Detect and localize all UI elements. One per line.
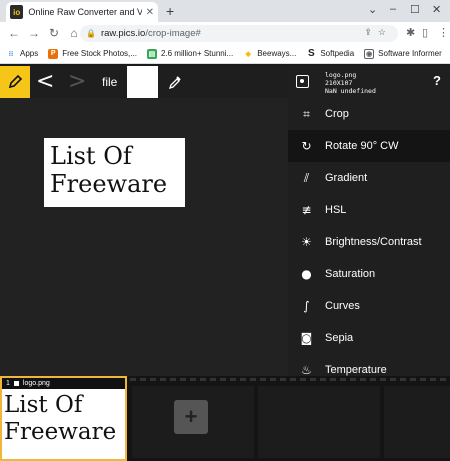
tool-label: Rotate 90° CW [325,140,399,152]
tool-crop[interactable]: ⌗ Crop [288,98,450,130]
bee-icon: ◆ [245,50,251,58]
image-file-icon [296,75,309,88]
sepia-icon: ◙ [300,331,313,345]
photo-icon: ▤ [146,48,157,59]
thumbnail-index: 1 [6,380,10,387]
tool-label: HSL [325,204,347,216]
bookmark-label: 2.6 million+ Stunni... [160,49,234,58]
tool-label: Crop [325,108,349,120]
tool-sepia[interactable]: ◙ Sepia [288,322,450,354]
empty-slot [258,386,380,458]
tool-curves[interactable]: ∫ Curves [288,290,450,322]
menu-kebab-icon[interactable]: ⋮ [438,26,449,39]
tool-label: Sepia [325,332,354,344]
url-text: raw.pics.io/crop-image# [100,28,201,39]
temperature-icon: ♨ [301,363,312,376]
tool-label: Temperature [325,364,387,376]
bookmark-softpedia[interactable]: S Softpedia [306,48,355,59]
share-star-icons[interactable]: ⇪☆ [364,27,392,38]
color-swatch[interactable] [127,66,158,98]
tool-label: Gradient [325,172,368,184]
edit-pencil-button[interactable] [0,66,30,98]
browser-tab[interactable]: io Online Raw Converter and Viewer ✕ [6,2,158,22]
address-bar[interactable]: 🔒 raw.pics.io/crop-image# ⇪☆ [80,25,398,42]
thumbnail-image: List Of Freeware [4,392,116,446]
site-favicon-icon: io [10,5,24,19]
sidebar-icon[interactable]: ▯ [422,26,428,39]
bookmark-beeways[interactable]: ◆ Beeways... [243,49,297,59]
tool-rotate-90-cw[interactable]: ↻ Rotate 90° CW [288,130,450,162]
curves-icon: ∫ [303,299,310,313]
bookmark-free-stock-photos[interactable]: P Free Stock Photos,... [48,48,137,59]
image-text-line2: Freeware [50,170,168,198]
crop-icon: ⌗ [303,106,310,121]
eyedropper-icon[interactable] [168,74,182,90]
file-meta: logo.png 210X107 NaN undefined [325,71,376,95]
minimize-icon[interactable]: – [390,3,396,15]
image-icon: P [48,48,59,59]
file-name: logo.png [325,71,357,79]
reload-icon[interactable]: ↻ [44,26,64,40]
bookmark-apps[interactable]: ⁝⁝ Apps [6,49,38,59]
bookmark-stunning-photos[interactable]: ▤ 2.6 million+ Stunni... [146,48,234,59]
bookmark-label: Softpedia [320,49,355,58]
thumbnail-header: 1 logo.png [2,378,125,389]
lock-icon: 🔒 [86,29,96,38]
empty-slot [384,386,450,458]
hsl-sliders-icon: ≢ [301,203,312,217]
forward-icon[interactable]: → [24,26,44,40]
chevron-down-icon[interactable]: ⌄ [368,3,377,16]
tool-label: Saturation [325,268,376,280]
brightness-icon: ☀ [301,235,312,249]
image-text-line1: List Of [50,142,132,170]
bookmark-label: Beeways... [257,49,297,58]
tool-label: Curves [325,300,360,312]
help-button[interactable]: ? [433,73,441,88]
apps-grid-icon: ⁝⁝ [8,50,14,58]
filmstrip: 1 logo.png List Of Freeware + [0,376,450,461]
file-button[interactable]: file [102,75,117,89]
gradient-icon: ⫽ [303,170,310,185]
redo-arrow-icon[interactable]: > [68,69,86,94]
tool-brightness-contrast[interactable]: ☀ Brightness/Contrast [288,226,450,258]
thumbnail-filename: logo.png [22,380,50,387]
close-window-icon[interactable]: ✕ [432,3,441,16]
thumbnail-text-line2: Freeware [4,419,117,445]
extensions-puzzle-icon[interactable]: ✱ [406,26,415,39]
browser-toolbar: ← → ↻ ⌂ 🔒 raw.pics.io/crop-image# ⇪☆ ✱ ▯… [0,22,450,44]
edited-image: List Of Freeware [44,138,185,207]
thumbnail-text-line1: List Of [4,392,83,418]
browser-tab-bar: io Online Raw Converter and Viewer ✕ + ⌄… [0,0,450,22]
file-dimensions: 210X107 [325,79,353,87]
close-tab-icon[interactable]: ✕ [146,7,154,18]
rotate-cw-icon: ↻ [301,139,312,153]
pencil-icon [8,74,23,89]
bookmark-label: Apps [20,49,39,58]
tool-gradient[interactable]: ⫽ Gradient [288,162,450,194]
tools-panel: logo.png 210X107 NaN undefined ? ⌗ Crop … [288,66,450,376]
bookmark-software-informer[interactable]: ◉ Software Informer [364,48,442,59]
bookmark-label: Software Informer [378,49,442,58]
add-image-button[interactable]: + [174,400,208,434]
informer-icon: ◉ [364,48,375,59]
softpedia-icon: S [308,48,315,59]
maximize-icon[interactable]: ☐ [410,3,420,16]
thumbnail-selected[interactable]: 1 logo.png List Of Freeware [0,376,127,461]
bookmarks-bar: ⁝⁝ Apps P Free Stock Photos,... ▤ 2.6 mi… [0,44,450,64]
file-extra: NaN undefined [325,87,376,95]
file-info: logo.png 210X107 NaN undefined ? [288,66,450,98]
tool-temperature[interactable]: ♨ Temperature [288,354,450,376]
file-square-icon [13,381,19,386]
tool-label: Brightness/Contrast [325,236,422,248]
tool-hsl[interactable]: ≢ HSL [288,194,450,226]
new-tab-plus-icon[interactable]: + [166,3,174,19]
tab-title: Online Raw Converter and Viewer [28,7,142,17]
saturation-icon: ● [301,267,312,281]
editor-top-bar: < > file [0,66,288,98]
undo-arrow-icon[interactable]: < [36,69,54,94]
bookmark-label: Free Stock Photos,... [62,49,137,58]
image-canvas[interactable]: List Of Freeware [0,98,288,376]
tool-saturation[interactable]: ● Saturation [288,258,450,290]
back-icon[interactable]: ← [4,26,24,40]
